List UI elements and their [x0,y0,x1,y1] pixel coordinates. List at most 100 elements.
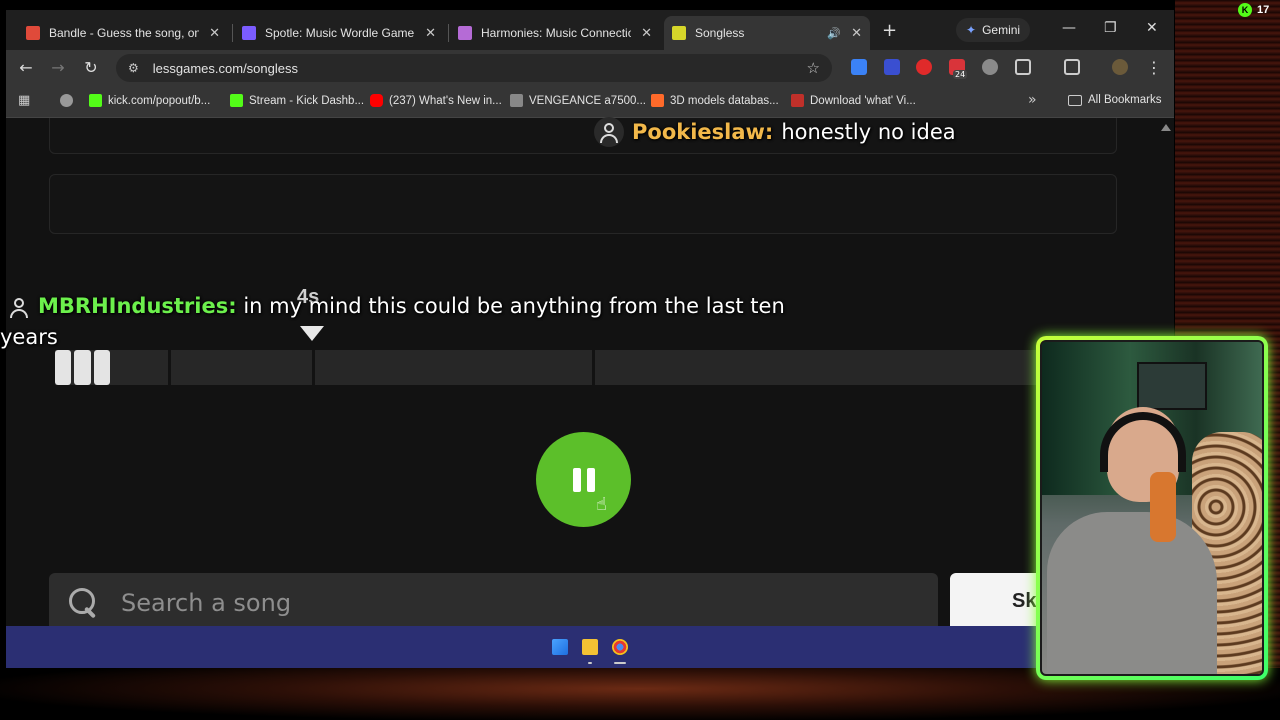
bookmark-openai[interactable] [60,94,73,107]
chat-username: Pookieslaw: [632,120,774,144]
chrome-icon[interactable] [612,639,628,655]
bookmark-vengeance[interactable]: VENGEANCE a7500... [510,94,646,107]
extensions-puzzle-icon[interactable] [1015,59,1031,75]
close-icon[interactable]: ✕ [851,25,862,41]
close-icon[interactable]: ✕ [641,25,652,41]
bookmark-label: 3D models databas... [670,94,779,107]
spotle-favicon-icon [242,26,256,40]
taskbar-running-dot [588,662,592,664]
tab-label: Songless [695,26,745,40]
bandle-favicon-icon [26,26,40,40]
chat-message: Pookieslaw: honestly no idea [594,117,956,147]
chat-message: MBRHIndustries: in my mind this could be… [0,291,800,353]
all-bookmarks-button[interactable]: All Bookmarks [1068,94,1162,106]
reading-mode-icon[interactable] [1064,59,1080,75]
stream-frame: K 17 Bandle - Guess the song, one in ✕ S… [0,0,1280,720]
more-bookmarks-icon[interactable]: » [1028,92,1037,108]
vengeance-icon [510,94,523,107]
viewer-counter: K 17 [1238,3,1269,17]
tab-harmonies[interactable]: Harmonies: Music Connections ✕ [450,16,660,50]
user-avatar-icon [4,292,34,322]
file-explorer-icon[interactable] [582,639,598,655]
youtube-icon [370,94,383,107]
minimize-button[interactable]: — [1062,20,1076,36]
openai-icon [60,94,73,107]
search-icon [67,586,101,620]
tab-label: Bandle - Guess the song, one in [49,26,199,40]
progress-fill [55,350,110,385]
gemini-button[interactable]: ✦ Gemini [956,18,1031,42]
bookmark-label: (237) What's New in... [389,94,502,107]
chat-username: MBRHIndustries: [38,294,237,318]
tab-divider [232,24,233,42]
search-input[interactable] [121,589,901,617]
menu-kebab-icon[interactable]: ⋮ [1143,58,1165,77]
new-tab-button[interactable]: + [882,20,897,41]
taskbar-active-dot [614,662,626,664]
chat-text: honestly no idea [781,120,956,144]
bookmark-label: VENGEANCE a7500... [529,94,646,107]
gemini-label: Gemini [982,23,1021,37]
harmonies-favicon-icon [458,26,472,40]
kick-icon [230,94,243,107]
user-avatar-icon [594,117,624,147]
viewer-count: 17 [1257,4,1270,16]
close-icon[interactable]: ✕ [425,25,436,41]
microphone [1150,472,1176,542]
back-button[interactable]: ← [15,58,37,77]
bookmark-kick-dashboard[interactable]: Stream - Kick Dashb... [230,94,364,107]
apps-grid-icon[interactable]: ▦ [18,93,30,108]
extension-icon[interactable] [884,59,900,75]
tab-bandle[interactable]: Bandle - Guess the song, one in ✕ [18,16,228,50]
kick-icon [89,94,102,107]
tab-label: Harmonies: Music Connections [481,26,631,40]
bookmark-label: Stream - Kick Dashb... [249,94,365,107]
all-bookmarks-label: All Bookmarks [1088,94,1162,106]
bookmark-download[interactable]: Download 'what' Vi... [791,94,916,107]
guess-slot [49,118,1117,154]
pause-button[interactable] [536,432,631,527]
tab-spotle[interactable]: Spotle: Music Wordle Game ✕ [234,16,444,50]
bookmark-star-icon[interactable]: ☆ [807,59,820,77]
scroll-up-arrow-icon[interactable] [1161,124,1171,131]
reload-button[interactable]: ↻ [80,58,102,77]
webcam-feed [1040,340,1264,676]
bookmark-kick-popout[interactable]: kick.com/popout/b... [89,94,210,107]
songless-favicon-icon [672,26,686,40]
url-text[interactable]: lessgames.com/songless [153,61,298,76]
forward-button[interactable]: → [47,58,69,77]
folder-icon [1068,94,1082,106]
kick-icon: K [1238,3,1252,17]
progress-segment [315,350,592,385]
songless-page: 4s ☝ Sk [6,118,1174,626]
progress-segment [171,350,312,385]
profile-avatar[interactable] [1112,59,1128,75]
speaker-icon[interactable]: 🔊 [827,27,841,40]
hand-cursor-icon: ☝ [596,494,607,515]
bookmark-youtube[interactable]: (237) What's New in... [370,94,502,107]
close-icon[interactable]: ✕ [209,25,220,41]
song-search[interactable] [49,573,938,626]
download-site-icon [791,94,804,107]
site-info-icon[interactable]: ⚙ [128,61,139,75]
bookmarks-bar: ▦ kick.com/popout/b... Stream - Kick Das… [6,86,1174,118]
address-bar[interactable]: ⚙ lessgames.com/songless ☆ [116,54,832,82]
pause-icon [572,467,581,492]
windows-start-icon[interactable] [552,639,568,655]
extension-icon[interactable] [851,59,867,75]
bookmark-label: Download 'what' Vi... [810,94,916,107]
tab-label: Spotle: Music Wordle Game [265,26,415,40]
bookmark-label: kick.com/popout/b... [108,94,211,107]
browser-toolbar: ← → ↻ ⚙ lessgames.com/songless ☆ 24 ⋮ [6,50,1174,86]
models-icon [651,94,664,107]
gemini-sparkle-icon: ✦ [966,23,977,37]
tab-songless[interactable]: Songless 🔊 ✕ [664,16,870,50]
tab-strip: Bandle - Guess the song, one in ✕ Spotle… [6,10,1174,50]
bookmark-3d-models[interactable]: 3D models databas... [651,94,779,107]
close-window-button[interactable]: ✕ [1146,20,1158,36]
tab-divider [448,24,449,42]
extension-icon[interactable] [982,59,998,75]
webcam-frame [1036,336,1268,680]
restore-button[interactable]: ❐ [1104,20,1117,36]
extension-icon[interactable] [916,59,932,75]
